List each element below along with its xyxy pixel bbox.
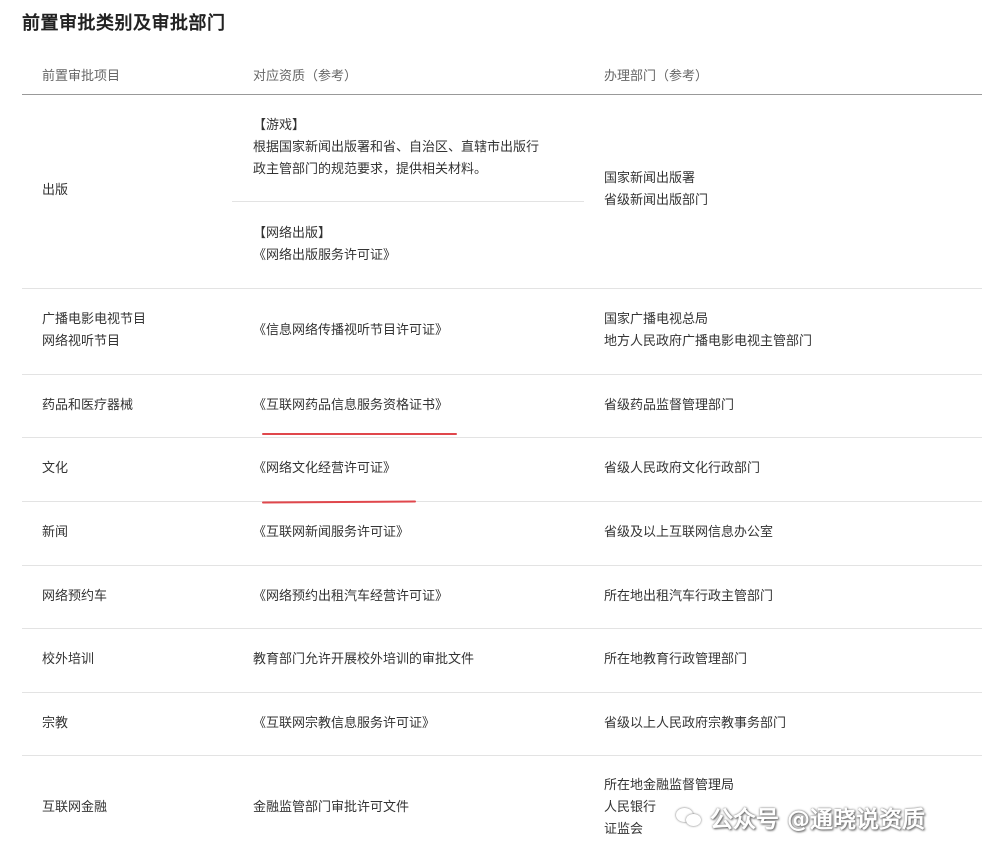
table-row: 药品和医疗器械 《互联网药品信息服务资格证书》 省级药品监督管理部门	[22, 375, 982, 438]
row-qualification: 《互联网新闻服务许可证》	[253, 525, 410, 540]
page-title: 前置审批类别及审批部门	[22, 13, 226, 34]
row-department: 省级以上人民政府宗教事务部门	[604, 716, 787, 731]
table-row: 校外培训 教育部门允许开展校外培训的审批文件 所在地教育行政管理部门	[22, 629, 982, 693]
item-line: 网络视听节目	[42, 334, 121, 349]
table-row: 文化 《网络文化经营许可证》 省级人民政府文化行政部门	[22, 438, 982, 502]
item-line: 广播电影电视节目	[42, 312, 147, 327]
header-item: 前置审批项目	[42, 69, 121, 84]
row-item: 互联网金融	[42, 800, 108, 815]
row-qualification: 《信息网络传播视听节目许可证》	[253, 323, 449, 338]
row-item: 新闻	[42, 525, 69, 540]
game-desc-line: 政主管部门的规范要求，提供相关材料。	[253, 162, 488, 177]
row-department: 省级药品监督管理部门	[604, 398, 735, 413]
row-item: 网络预约车	[42, 589, 108, 604]
department-line: 地方人民政府广播电影电视主管部门	[604, 334, 813, 349]
row-item: 药品和医疗器械	[42, 398, 134, 413]
row-qualification: 《互联网宗教信息服务许可证》	[253, 716, 436, 731]
game-tag: 【游戏】	[253, 118, 306, 133]
row-department: 国家新闻出版署 省级新闻出版部门	[604, 168, 708, 212]
row-qualification: 金融监管部门审批许可文件	[253, 800, 410, 815]
row-item: 文化	[42, 461, 69, 476]
row-qualification-net: 【网络出版】 《网络出版服务许可证》	[253, 223, 593, 267]
game-desc-line: 根据国家新闻出版署和省、自治区、直辖市出版行	[253, 140, 540, 155]
cell-divider	[232, 201, 584, 202]
department-line: 国家广播电视总局	[604, 312, 709, 327]
red-underline-medical	[262, 433, 457, 435]
row-item: 出版	[42, 183, 69, 198]
header-department: 办理部门（参考）	[604, 69, 709, 84]
row-department: 国家广播电视总局 地方人民政府广播电影电视主管部门	[604, 309, 812, 353]
net-tag: 【网络出版】	[253, 226, 332, 241]
department-line: 所在地金融监督管理局	[604, 778, 735, 793]
header-qualification: 对应资质（参考）	[253, 69, 358, 84]
watermark-text: 公众号 @通晓说资质	[710, 807, 926, 833]
row-qualification: 《互联网药品信息服务资格证书》	[253, 398, 449, 413]
row-department: 省级及以上互联网信息办公室	[604, 525, 774, 540]
table-row: 宗教 《互联网宗教信息服务许可证》 省级以上人民政府宗教事务部门	[22, 693, 982, 756]
row-qualification: 《网络文化经营许可证》	[253, 461, 397, 476]
row-department: 省级人民政府文化行政部门	[604, 461, 761, 476]
row-qualification-game: 【游戏】 根据国家新闻出版署和省、自治区、直辖市出版行 政主管部门的规范要求，提…	[253, 115, 593, 181]
row-item: 校外培训	[42, 652, 95, 667]
row-item: 广播电影电视节目 网络视听节目	[42, 309, 146, 353]
row-department: 所在地出租汽车行政主管部门	[604, 589, 774, 604]
table-row: 广播电影电视节目 网络视听节目 《信息网络传播视听节目许可证》 国家广播电视总局…	[22, 289, 982, 375]
department-line: 国家新闻出版署	[604, 171, 696, 186]
row-item: 宗教	[42, 716, 69, 731]
watermark: 公众号 @通晓说资质	[676, 800, 925, 834]
table-row: 网络预约车 《网络预约出租汽车经营许可证》 所在地出租汽车行政主管部门	[22, 566, 982, 629]
net-cert: 《网络出版服务许可证》	[253, 248, 397, 263]
row-qualification: 《网络预约出租汽车经营许可证》	[253, 589, 449, 604]
wechat-icon	[676, 806, 702, 828]
department-line: 省级新闻出版部门	[604, 193, 709, 208]
table-row: 出版 【游戏】 根据国家新闻出版署和省、自治区、直辖市出版行 政主管部门的规范要…	[22, 95, 982, 289]
row-qualification: 教育部门允许开展校外培训的审批文件	[253, 652, 475, 667]
table-row: 新闻 《互联网新闻服务许可证》 省级及以上互联网信息办公室	[22, 502, 982, 566]
row-department: 所在地教育行政管理部门	[604, 652, 748, 667]
table-header: 前置审批项目 对应资质（参考） 办理部门（参考）	[22, 52, 982, 95]
